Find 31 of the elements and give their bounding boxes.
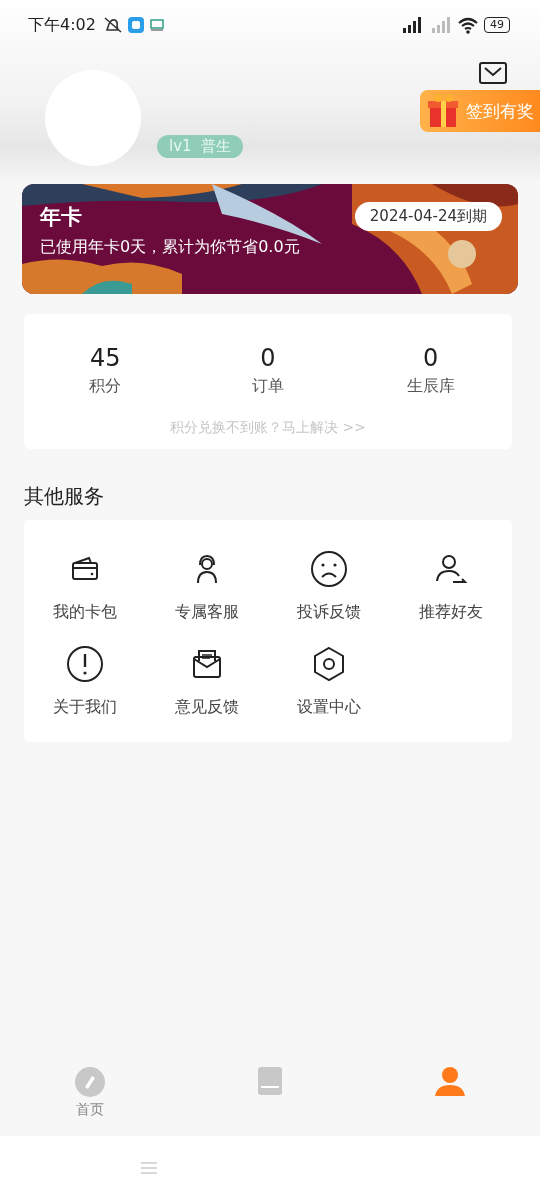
service-item[interactable]: 意见反馈 (146, 645, 268, 718)
expiry-badge: 2024-04-24到期 (354, 202, 502, 231)
app-icon (127, 17, 144, 33)
settings-icon (312, 645, 346, 683)
mute-icon (102, 16, 123, 34)
stat-item[interactable]: 0 生辰库 (349, 344, 512, 397)
annual-card[interactable]: 年卡 2024-04-24到期 已使用年卡0天，累计为你节省0.0元 (22, 184, 518, 294)
stat-item[interactable]: 0 订单 (186, 344, 350, 397)
service-item[interactable]: 专属客服 (146, 550, 268, 623)
wifi-icon (457, 16, 479, 34)
tab[interactable]: 首页 (0, 1066, 180, 1119)
app-icon (148, 17, 165, 33)
service-item[interactable]: 我的卡包 (24, 550, 146, 623)
person-icon (433, 1066, 467, 1096)
stat-item[interactable]: 45 积分 (24, 344, 187, 397)
book-icon (257, 1066, 283, 1096)
level-badge: lv1 普生 (157, 135, 244, 158)
service-item[interactable]: 投诉反馈 (268, 550, 390, 623)
service-item[interactable]: 关于我们 (24, 645, 146, 718)
mail-icon[interactable] (479, 62, 507, 84)
sad-face-icon (310, 550, 348, 588)
battery-indicator: 49 (484, 17, 510, 33)
card-title: 年卡 (40, 203, 82, 231)
compass-icon (74, 1066, 106, 1098)
service-item[interactable]: 推荐好友 (390, 550, 512, 623)
exclamation-icon (66, 645, 104, 683)
section-title: 其他服务 (24, 483, 105, 510)
card-summary: 已使用年卡0天，累计为你节省0.0元 (40, 237, 301, 258)
menu-icon[interactable] (140, 1161, 158, 1175)
status-time: 下午4:02 (28, 14, 96, 36)
service-item[interactable]: 设置中心 (268, 645, 390, 718)
